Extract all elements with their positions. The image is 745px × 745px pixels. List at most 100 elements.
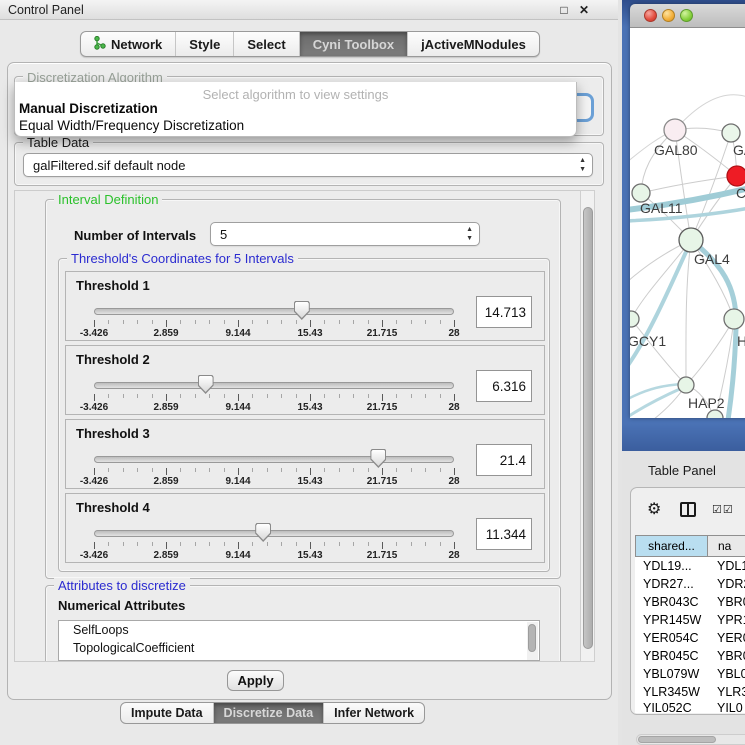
- cell-name[interactable]: YDR2: [708, 577, 745, 591]
- tab-impute-data[interactable]: Impute Data: [121, 703, 214, 723]
- tab-network[interactable]: Network: [81, 32, 176, 56]
- algorithm-option-manual[interactable]: Manual Discretization: [19, 101, 158, 116]
- network-window-titlebar[interactable]: [630, 4, 745, 28]
- gear-icon[interactable]: ⚙: [647, 499, 661, 519]
- slider-tick: [440, 468, 441, 472]
- column-layout-icon[interactable]: [680, 502, 696, 517]
- network-edge[interactable]: [641, 176, 737, 193]
- column-header-shared-name[interactable]: shared...: [635, 535, 708, 557]
- table-row[interactable]: YBR043CYBR0: [635, 593, 745, 611]
- attributes-scrollbar-thumb[interactable]: [528, 624, 536, 652]
- slider-tick: [296, 320, 297, 324]
- attribute-list-item[interactable]: SelfLoops: [59, 621, 539, 639]
- cell-name[interactable]: YPR1: [708, 613, 745, 627]
- close-icon[interactable]: ✕: [576, 2, 592, 18]
- slider-track[interactable]: [94, 382, 454, 389]
- table-header-row: shared... na: [635, 535, 745, 557]
- network-node[interactable]: [664, 119, 686, 141]
- slider-tick: [440, 394, 441, 398]
- table-row[interactable]: YBR045CYBR0: [635, 647, 745, 665]
- table-row[interactable]: YBL079WYBL0: [635, 665, 745, 683]
- slider-tick-label: 15.43: [297, 402, 322, 413]
- cell-name[interactable]: YLR3: [708, 685, 745, 699]
- cell-shared-name[interactable]: YDL19...: [635, 559, 708, 573]
- cell-name[interactable]: YIL0: [708, 701, 745, 713]
- network-canvas[interactable]: GAL80GACGAL11GAL4GCY1HHAP2: [630, 28, 745, 418]
- interval-definition-group: Interval Definition Number of Intervals …: [45, 199, 561, 579]
- network-node[interactable]: [722, 124, 740, 142]
- network-edge[interactable]: [630, 388, 682, 418]
- threshold-value-field[interactable]: 11.344: [476, 518, 532, 550]
- network-node[interactable]: [679, 228, 703, 252]
- cell-name[interactable]: YER0: [708, 631, 745, 645]
- cell-name[interactable]: YDL1: [708, 559, 745, 573]
- cell-name[interactable]: YBR0: [708, 649, 745, 663]
- slider-tick-label: 9.144: [225, 476, 250, 487]
- table-row[interactable]: YDR27...YDR2: [635, 575, 745, 593]
- network-edge[interactable]: [631, 319, 686, 385]
- mac-minimize-icon[interactable]: [662, 9, 675, 22]
- attribute-list-item[interactable]: BetweennessCentrality: [59, 657, 539, 661]
- table-row[interactable]: YPR145WYPR1: [635, 611, 745, 629]
- float-window-icon[interactable]: □: [556, 2, 572, 18]
- cell-shared-name[interactable]: YDR27...: [635, 577, 708, 591]
- mac-zoom-icon[interactable]: [680, 9, 693, 22]
- tab-cyni-toolbox[interactable]: Cyni Toolbox: [300, 32, 408, 56]
- attributes-scrollbar[interactable]: [527, 622, 538, 661]
- cell-shared-name[interactable]: YIL052C: [635, 701, 708, 713]
- number-of-intervals-combobox[interactable]: 5 ▲▼: [210, 222, 480, 246]
- network-node[interactable]: [630, 311, 639, 327]
- algorithm-option-equal-width[interactable]: Equal Width/Frequency Discretization: [19, 118, 244, 133]
- threshold-value-field[interactable]: 21.4: [476, 444, 532, 476]
- checkbox-icons[interactable]: ☑☑: [712, 503, 734, 516]
- slider-thumb[interactable]: [294, 301, 310, 320]
- threshold-value-field[interactable]: 14.713: [476, 296, 532, 328]
- apply-button[interactable]: Apply: [227, 670, 284, 691]
- tab-style[interactable]: Style: [176, 32, 234, 56]
- table-row[interactable]: YER054CYER0: [635, 629, 745, 647]
- network-edge[interactable]: [686, 319, 734, 385]
- cell-shared-name[interactable]: YBR045C: [635, 649, 708, 663]
- settings-scrollbar-thumb[interactable]: [583, 207, 593, 649]
- network-node[interactable]: [707, 410, 723, 418]
- tab-jactivemnodules[interactable]: jActiveMNodules: [408, 32, 539, 56]
- network-node[interactable]: [724, 309, 744, 329]
- mac-close-icon[interactable]: [644, 9, 657, 22]
- slider-track[interactable]: [94, 456, 454, 463]
- slider-tick: [296, 542, 297, 546]
- slider-tick: [224, 394, 225, 398]
- settings-vertical-scrollbar[interactable]: [580, 190, 595, 662]
- cell-shared-name[interactable]: YER054C: [635, 631, 708, 645]
- cell-shared-name[interactable]: YPR145W: [635, 613, 708, 627]
- slider-thumb[interactable]: [198, 375, 214, 394]
- cell-name[interactable]: YBL0: [708, 667, 745, 681]
- slider-tick-label: 21.715: [367, 402, 398, 413]
- table-horizontal-scrollbar[interactable]: [636, 734, 745, 745]
- slider-tick: [368, 394, 369, 398]
- network-node[interactable]: [727, 166, 745, 186]
- tab-infer-network[interactable]: Infer Network: [324, 703, 424, 723]
- cell-shared-name[interactable]: YBR043C: [635, 595, 708, 609]
- table-row[interactable]: YIL052CYIL0: [635, 701, 745, 713]
- slider-track[interactable]: [94, 308, 454, 315]
- numerical-attributes-list[interactable]: SelfLoopsTopologicalCoefficientBetweenne…: [58, 620, 540, 661]
- cell-shared-name[interactable]: YLR345W: [635, 685, 708, 699]
- slider-thumb[interactable]: [255, 523, 271, 542]
- network-window[interactable]: GAL80GACGAL11GAL4GCY1HHAP2: [630, 4, 745, 418]
- column-header-name[interactable]: na: [708, 535, 745, 557]
- table-row[interactable]: YDL19...YDL1: [635, 557, 745, 575]
- cell-shared-name[interactable]: YBL079W: [635, 667, 708, 681]
- table-hscrollbar-thumb[interactable]: [638, 736, 716, 743]
- slider-track[interactable]: [94, 530, 454, 537]
- network-node[interactable]: [678, 377, 694, 393]
- network-edge[interactable]: [686, 240, 691, 385]
- table-row[interactable]: YLR345WYLR3: [635, 683, 745, 701]
- tab-discretize-data[interactable]: Discretize Data: [214, 703, 325, 723]
- spinner-arrows-icon: ▲▼: [579, 156, 586, 174]
- cell-name[interactable]: YBR0: [708, 595, 745, 609]
- attribute-list-item[interactable]: TopologicalCoefficient: [59, 639, 539, 657]
- threshold-value-field[interactable]: 6.316: [476, 370, 532, 402]
- slider-thumb[interactable]: [370, 449, 386, 468]
- table-data-combobox[interactable]: galFiltered.sif default node ▲▼: [23, 153, 593, 177]
- tab-select[interactable]: Select: [234, 32, 299, 56]
